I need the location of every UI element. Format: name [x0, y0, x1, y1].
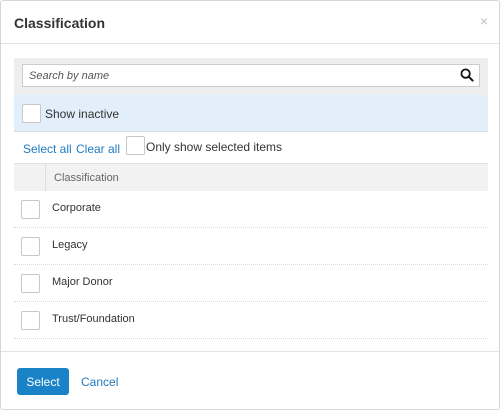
- show-inactive-label: Show inactive: [45, 107, 120, 121]
- row-checkbox[interactable]: [21, 311, 40, 330]
- table-row[interactable]: Trust/Foundation: [14, 302, 488, 339]
- only-selected-label: Only show selected items: [146, 140, 283, 154]
- clear-all-link[interactable]: Clear all: [76, 142, 120, 156]
- table-row[interactable]: Major Donor: [14, 265, 488, 302]
- column-header-classification: Classification: [54, 172, 119, 184]
- select-all-link[interactable]: Select all: [23, 142, 72, 156]
- search-bar: [14, 58, 488, 95]
- selection-panel: Show inactive Select all Clear all Only …: [14, 58, 488, 339]
- dialog-title: Classification: [14, 15, 106, 31]
- row-checkbox[interactable]: [21, 200, 40, 219]
- dialog-footer: Select Cancel: [1, 351, 499, 409]
- row-label: Trust/Foundation: [52, 313, 135, 325]
- row-checkbox[interactable]: [21, 274, 40, 293]
- select-button[interactable]: Select: [17, 368, 69, 395]
- row-checkbox[interactable]: [21, 237, 40, 256]
- cancel-button[interactable]: Cancel: [81, 375, 118, 389]
- table-row[interactable]: Legacy: [14, 228, 488, 265]
- classification-dialog: Classification × Show inactive Select al…: [0, 0, 500, 410]
- selection-controls: Select all Clear all Only show selected …: [14, 132, 488, 164]
- table-header: Classification: [14, 164, 488, 191]
- table-row[interactable]: Corporate: [14, 191, 488, 228]
- search-icon[interactable]: [460, 68, 474, 82]
- dialog-header: Classification ×: [1, 1, 499, 44]
- only-selected-checkbox[interactable]: [126, 136, 145, 155]
- column-divider: [45, 164, 46, 191]
- show-inactive-checkbox[interactable]: [22, 104, 41, 123]
- row-label: Legacy: [52, 239, 88, 251]
- row-label: Corporate: [52, 202, 101, 214]
- show-inactive-row: Show inactive: [14, 95, 488, 132]
- close-icon[interactable]: ×: [480, 14, 488, 28]
- search-input[interactable]: [22, 64, 480, 87]
- row-label: Major Donor: [52, 276, 113, 288]
